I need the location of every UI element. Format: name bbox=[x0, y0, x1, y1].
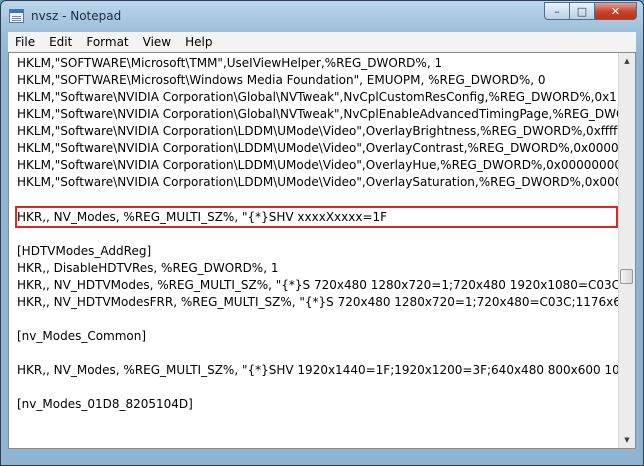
window-bottom-border bbox=[8, 449, 636, 461]
scroll-down-icon[interactable]: ▼ bbox=[619, 432, 635, 448]
scroll-up-icon[interactable]: ▲ bbox=[619, 53, 635, 69]
menu-bar: File Edit Format View Help bbox=[8, 32, 636, 53]
text-line: [nv_Modes_Common] bbox=[17, 329, 147, 343]
text-line: HKLM,"Software\NVIDIA Corporation\Global… bbox=[17, 107, 618, 121]
text-editor[interactable]: HKLM,"SOFTWARE\Microsoft\TMM",UseIViewHe… bbox=[8, 52, 636, 449]
text-line: [nv_Modes_01D8_8205104D] bbox=[17, 397, 193, 411]
menu-view[interactable]: View bbox=[136, 32, 178, 52]
maximize-button[interactable]: □ bbox=[569, 2, 595, 20]
minimize-button[interactable]: – bbox=[544, 2, 570, 20]
window-controls: – □ ✕ bbox=[544, 2, 637, 20]
text-line: HKLM,"Software\NVIDIA Corporation\LDDM\U… bbox=[17, 141, 618, 155]
window-title: nvsz - Notepad bbox=[31, 9, 122, 23]
text-line: HKR,, NV_HDTVModesFRR, %REG_MULTI_SZ%, "… bbox=[17, 295, 618, 309]
menu-help[interactable]: Help bbox=[178, 32, 219, 52]
highlight-box bbox=[15, 206, 618, 228]
text-line: HKR,, NV_HDTVModes, %REG_MULTI_SZ%, "{*}… bbox=[17, 278, 618, 292]
text-line: HKLM,"Software\NVIDIA Corporation\Global… bbox=[17, 90, 617, 104]
text-line: HKLM,"SOFTWARE\Microsoft\Windows Media F… bbox=[17, 73, 546, 87]
text-line: HKLM,"Software\NVIDIA Corporation\LDDM\U… bbox=[17, 124, 618, 138]
text-line: HKLM,"Software\NVIDIA Corporation\LDDM\U… bbox=[17, 158, 618, 172]
close-button[interactable]: ✕ bbox=[594, 2, 637, 20]
menu-file[interactable]: File bbox=[8, 32, 42, 52]
text-line: HKR,, DisableHDTVRes, %REG_DWORD%, 1 bbox=[17, 261, 279, 275]
vertical-scrollbar[interactable]: ▲ ▼ bbox=[618, 53, 635, 448]
text-line: HKR,, NV_Modes, %REG_MULTI_SZ%, "{*}SHV … bbox=[17, 363, 618, 377]
menu-format[interactable]: Format bbox=[79, 32, 135, 52]
text-line: [HDTVModes_AddReg] bbox=[17, 244, 152, 258]
text-line: HKLM,"Software\NVIDIA Corporation\LDDM\U… bbox=[17, 175, 618, 189]
text-line: HKLM,"SOFTWARE\Microsoft\TMM",UseIViewHe… bbox=[17, 56, 443, 70]
notepad-icon bbox=[9, 9, 24, 23]
notepad-window: nvsz - Notepad – □ ✕ File Edit Format Vi… bbox=[0, 0, 644, 466]
text-content[interactable]: HKLM,"SOFTWARE\Microsoft\TMM",UseIViewHe… bbox=[9, 53, 618, 448]
menu-edit[interactable]: Edit bbox=[42, 32, 79, 52]
title-bar[interactable]: nvsz - Notepad – □ ✕ bbox=[1, 1, 643, 32]
scroll-thumb[interactable] bbox=[620, 269, 633, 284]
